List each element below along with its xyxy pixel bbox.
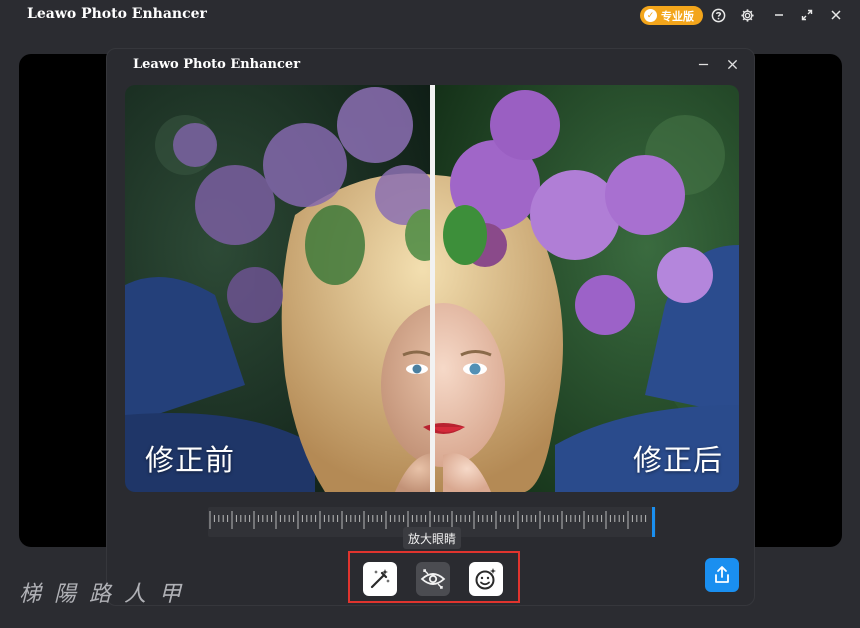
enlarge-eyes-icon (420, 569, 446, 589)
dialog-minimize-icon[interactable] (695, 56, 711, 72)
app-title: Leawo Photo Enhancer (27, 6, 207, 22)
share-icon (715, 566, 729, 583)
pro-badge-label: 专业版 (661, 9, 694, 23)
watermark-text: 梯 陽 路 人 甲 (19, 582, 184, 607)
timeline-playhead[interactable] (652, 507, 655, 537)
enhancer-dialog: Leawo Photo Enhancer 修正前 修正后 放大眼睛 (106, 48, 755, 606)
tool-tooltip: 放大眼睛 (403, 527, 461, 549)
pro-badge-button[interactable]: ✓ 专业版 (640, 6, 703, 25)
dialog-title: Leawo Photo Enhancer (133, 57, 301, 72)
face-sparkle-icon (475, 568, 496, 590)
export-share-button[interactable] (705, 558, 739, 592)
before-label: 修正前 (145, 443, 236, 477)
settings-gear-icon[interactable] (738, 6, 756, 24)
app-titlebar: Leawo Photo Enhancer ✓ 专业版 (0, 0, 860, 32)
face-beautify-button[interactable] (469, 562, 503, 596)
portrait-image (125, 85, 739, 492)
magic-wand-icon (370, 569, 390, 589)
before-after-photo: 修正前 修正后 (125, 85, 739, 492)
tool-group (348, 551, 520, 603)
check-icon: ✓ (644, 9, 657, 22)
dialog-close-icon[interactable] (724, 56, 740, 72)
after-label: 修正后 (633, 443, 724, 477)
magic-wand-button[interactable] (363, 562, 397, 596)
enlarge-eyes-button[interactable] (416, 562, 450, 596)
minimize-icon[interactable] (770, 6, 788, 24)
help-icon[interactable] (709, 6, 727, 24)
close-icon[interactable] (827, 6, 845, 24)
maximize-icon[interactable] (798, 6, 816, 24)
